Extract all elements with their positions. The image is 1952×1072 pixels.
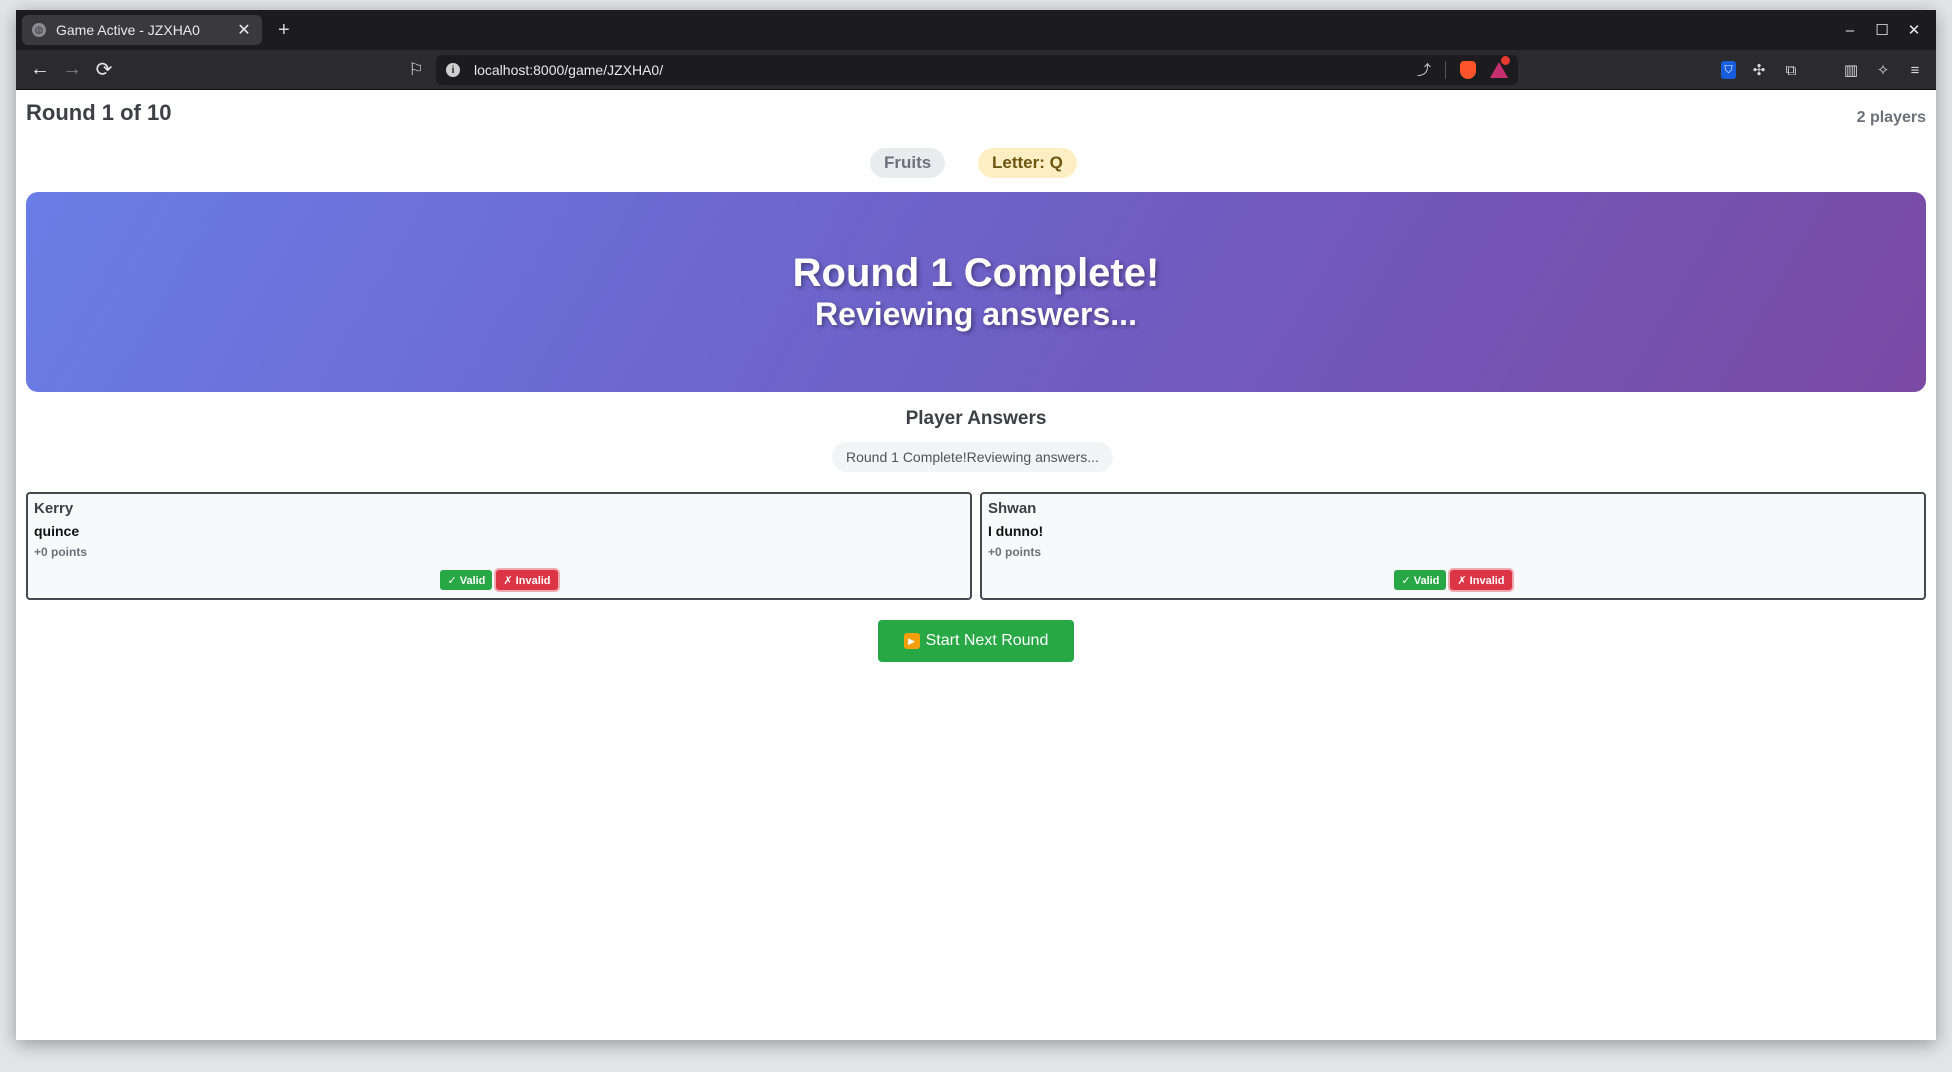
menu-icon[interactable]: ≡ — [1906, 61, 1924, 79]
browser-toolbar: ← → ⟳ ⚐ i localhost:8000/game/JZXHA0/ ⤴ … — [16, 50, 1936, 90]
extension-icons: ⛉ ✣ ⧉ ▥ ✧ ≡ — [1721, 56, 1924, 84]
player-answer: I dunno! — [988, 523, 1044, 539]
divider — [1445, 61, 1446, 79]
window-close-icon[interactable]: ✕ — [1900, 16, 1928, 44]
close-icon[interactable]: ✕ — [236, 20, 252, 40]
new-tab-icon[interactable]: + — [278, 19, 290, 42]
banner-subtitle: Reviewing answers... — [815, 296, 1137, 332]
answer-review-actions: ✓ Valid ✗ Invalid — [982, 570, 1924, 590]
tab-bar: ◍ Game Active - JZXHA0 ✕ + – ☐ ✕ — [16, 10, 1936, 50]
leo-ai-icon[interactable]: ✧ — [1874, 61, 1892, 79]
maximize-icon[interactable]: ☐ — [1868, 16, 1896, 44]
player-name: Kerry — [34, 500, 74, 517]
banner-title: Round 1 Complete! — [792, 251, 1160, 295]
brave-rewards-icon[interactable] — [1490, 56, 1510, 78]
round-title: Round 1 of 10 — [26, 100, 172, 125]
player-points: +0 points — [988, 545, 1042, 559]
notification-badge — [1501, 56, 1510, 65]
globe-icon: ◍ — [32, 23, 46, 37]
active-tab[interactable]: ◍ Game Active - JZXHA0 ✕ — [22, 15, 262, 45]
sidebar-icon[interactable]: ▥ — [1842, 61, 1860, 79]
window-controls: – ☐ ✕ — [1836, 10, 1928, 50]
answer-review-actions: ✓ Valid ✗ Invalid — [28, 570, 970, 590]
play-icon: ▶ — [903, 633, 920, 649]
player-name: Shwan — [988, 500, 1037, 517]
start-next-round-label: Start Next Round — [925, 632, 1049, 649]
mark-invalid-button[interactable]: ✗ Invalid — [1450, 570, 1512, 590]
forward-icon[interactable]: → — [58, 56, 86, 84]
mark-invalid-button[interactable]: ✗ Invalid — [496, 570, 558, 590]
status-message: Round 1 Complete!Reviewing answers... — [832, 442, 1113, 472]
player-points: +0 points — [34, 545, 88, 559]
share-icon[interactable]: ⤴ — [1417, 60, 1431, 80]
player-answers-list: Kerry quince +0 points ✓ Valid ✗ Invalid… — [26, 492, 1926, 600]
mark-valid-button[interactable]: ✓ Valid — [440, 570, 493, 590]
extensions-icon[interactable]: ✣ — [1750, 61, 1768, 79]
mark-valid-button[interactable]: ✓ Valid — [1394, 570, 1447, 590]
url-text[interactable]: localhost:8000/game/JZXHA0/ — [474, 62, 1417, 78]
bookmark-icon[interactable]: ⚐ — [402, 56, 430, 84]
browser-window: ◍ Game Active - JZXHA0 ✕ + – ☐ ✕ ← → ⟳ ⚐… — [16, 10, 1936, 1040]
address-bar[interactable]: i localhost:8000/game/JZXHA0/ ⤴ — [436, 55, 1518, 85]
start-next-round-button[interactable]: ▶ Start Next Round — [878, 620, 1074, 662]
player-count: 2 players — [1856, 109, 1926, 126]
bitwarden-icon[interactable]: ⛉ — [1721, 61, 1736, 79]
site-info-icon[interactable]: i — [446, 63, 460, 77]
tab-title: Game Active - JZXHA0 — [56, 22, 200, 38]
minimize-icon[interactable]: – — [1836, 16, 1864, 44]
player-answer: quince — [34, 523, 80, 539]
brave-shields-icon[interactable] — [1460, 61, 1476, 79]
category-badge: Fruits — [870, 148, 946, 178]
round-complete-banner: Round 1 Complete! Reviewing answers... — [26, 192, 1926, 392]
player-answer-card: Kerry quince +0 points ✓ Valid ✗ Invalid — [26, 492, 972, 600]
letter-badge: Letter: Q — [978, 148, 1077, 178]
page-content: Round 1 of 10 2 players Fruits Letter: Q… — [16, 90, 1936, 1040]
address-bar-actions: ⤴ — [1417, 56, 1510, 80]
screenshot-icon[interactable]: ⧉ — [1782, 61, 1800, 79]
player-answer-card: Shwan I dunno! +0 points ✓ Valid ✗ Inval… — [980, 492, 1926, 600]
back-icon[interactable]: ← — [26, 56, 54, 84]
reload-icon[interactable]: ⟳ — [90, 56, 118, 84]
answers-heading: Player Answers — [905, 408, 1047, 429]
